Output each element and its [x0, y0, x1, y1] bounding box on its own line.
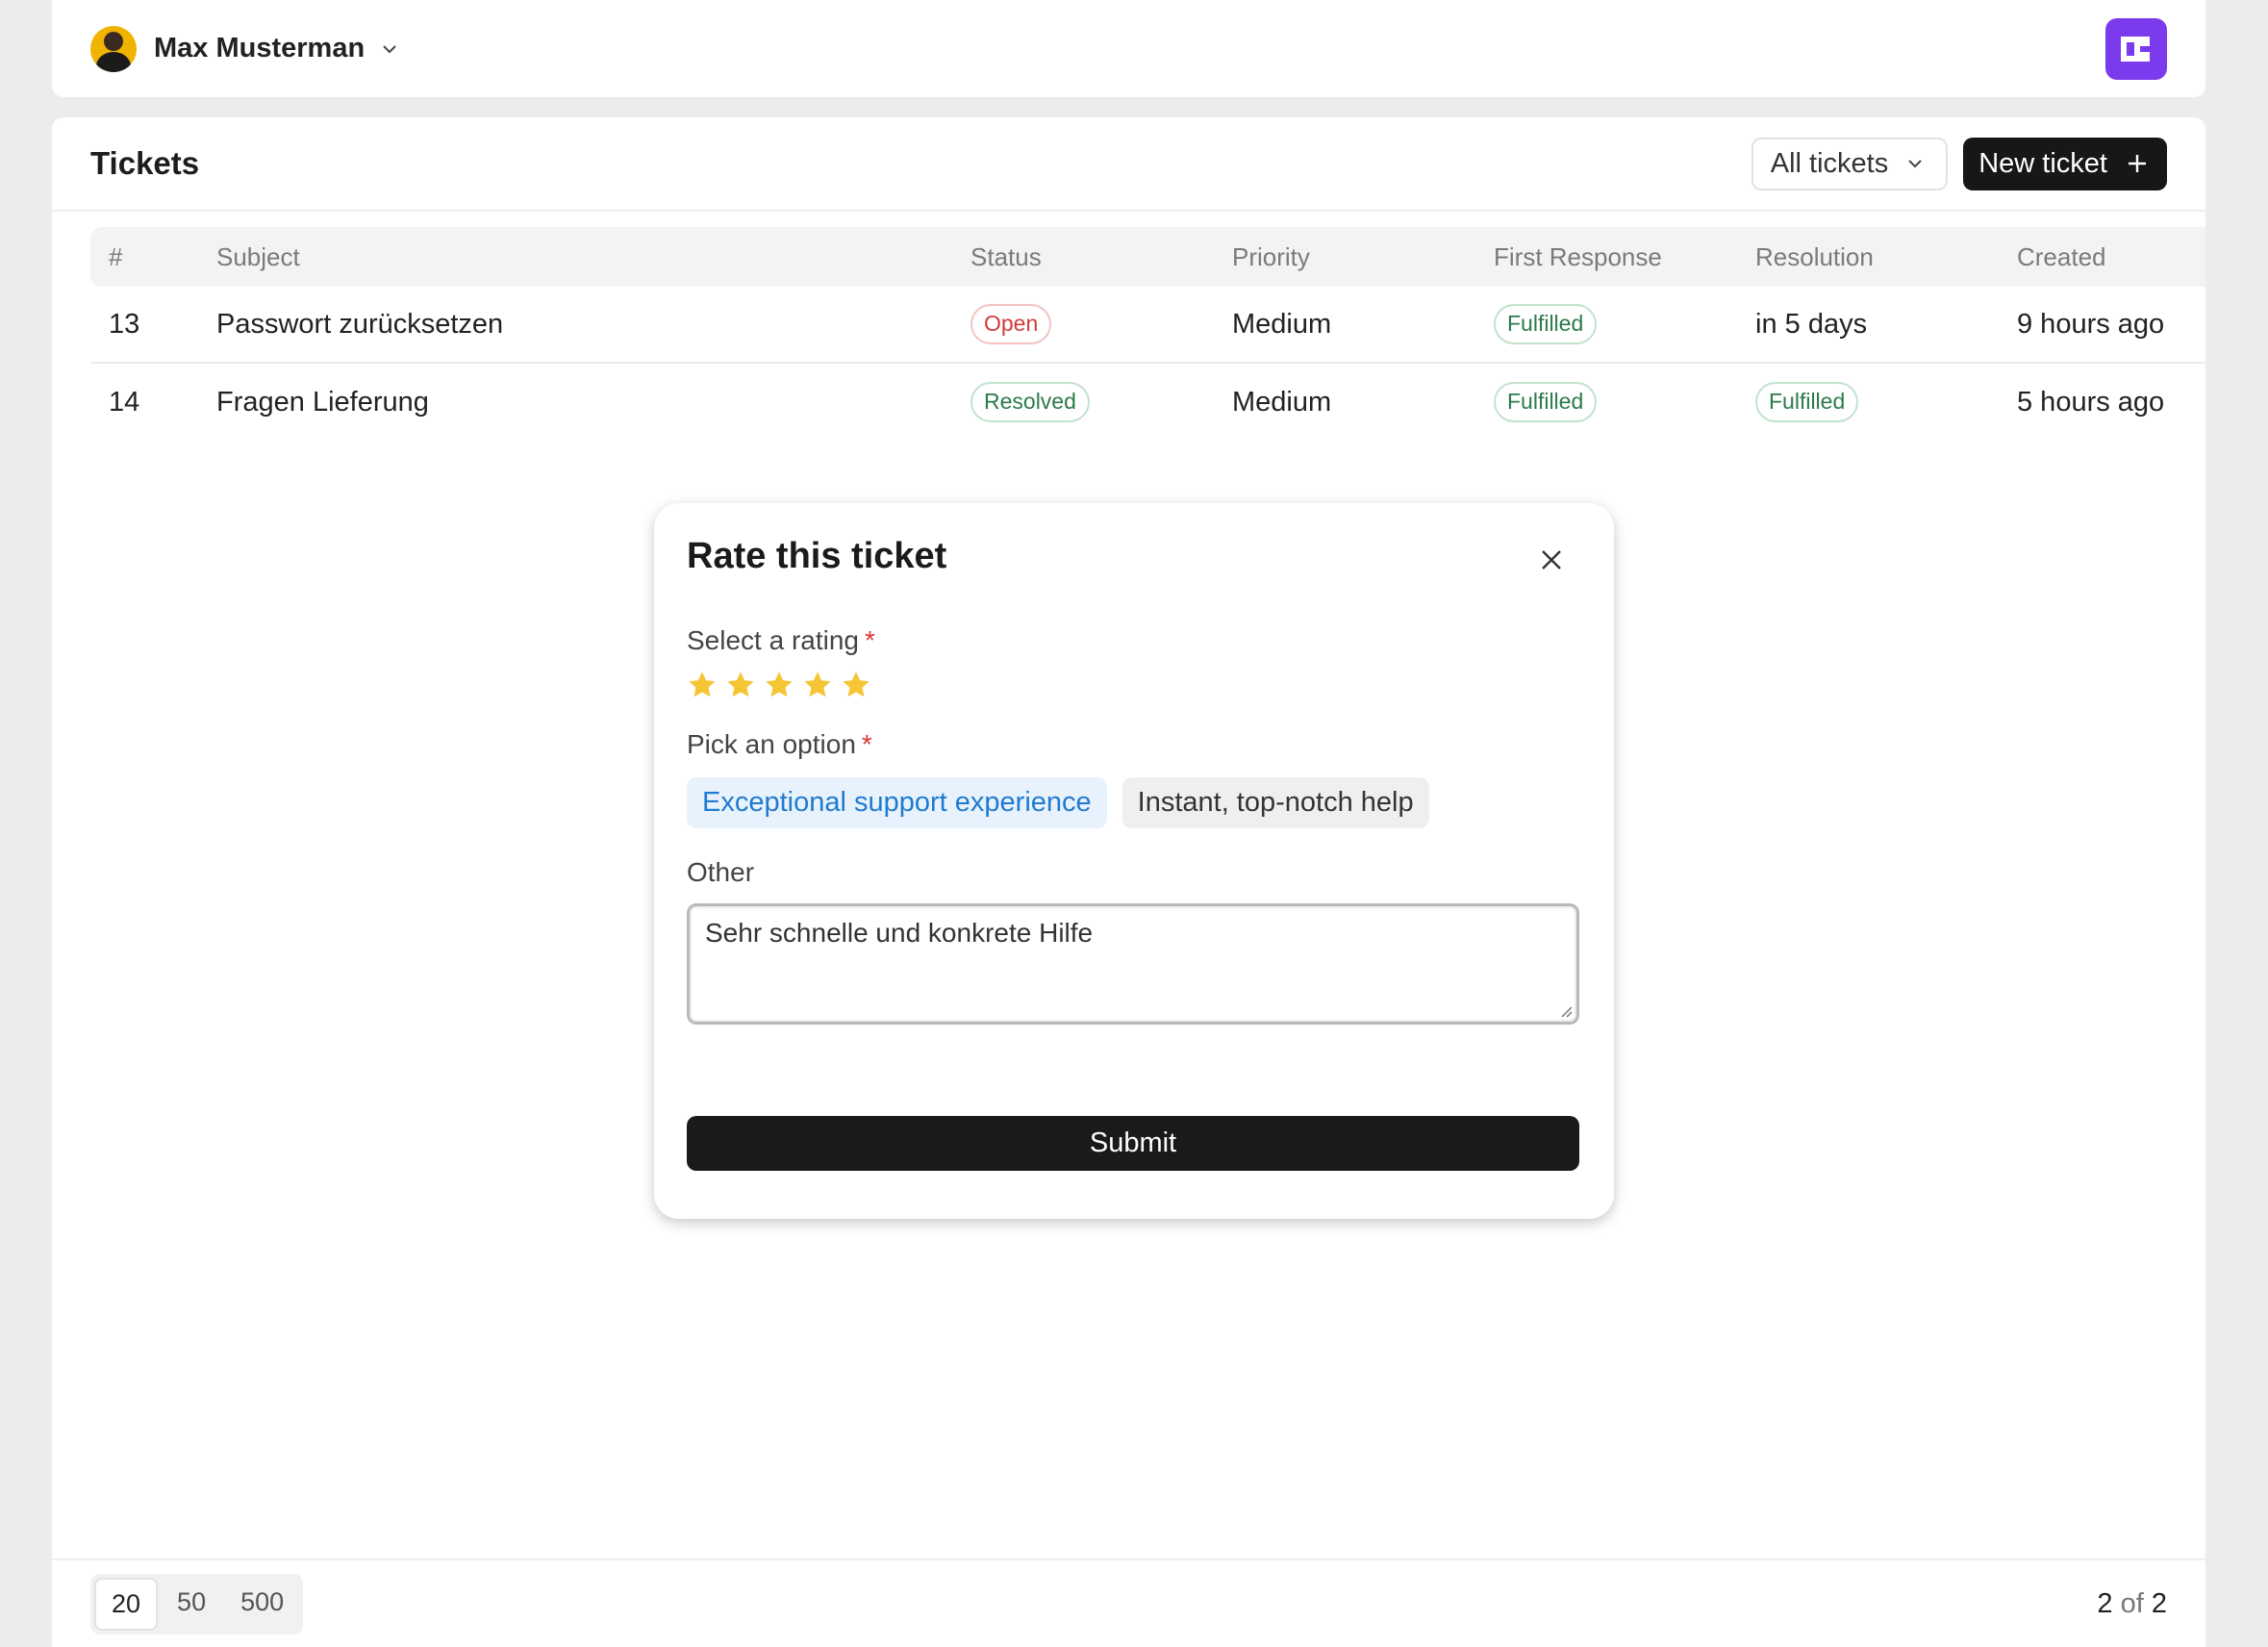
chevron-down-icon[interactable] — [380, 39, 399, 59]
app-logo-icon[interactable] — [2105, 17, 2167, 80]
ticket-id: 14 — [109, 386, 140, 418]
page-size-option-500[interactable]: 500 — [225, 1578, 299, 1631]
resize-handle-icon[interactable] — [1559, 1004, 1573, 1018]
other-text-value: Sehr schnelle und konkrete Hilfe — [705, 918, 1094, 948]
table-row[interactable]: 14 Fragen Lieferung Resolved Medium Fulf… — [90, 364, 2205, 441]
ticket-subject: Fragen Lieferung — [216, 386, 429, 418]
other-textarea[interactable]: Sehr schnelle und konkrete Hilfe — [687, 903, 1579, 1025]
status-badge: Open — [970, 304, 1052, 344]
table-footer: 20 50 500 2 of 2 — [52, 1558, 2205, 1647]
star-icon[interactable] — [802, 670, 833, 700]
col-header-priority[interactable]: Priority — [1232, 242, 1494, 272]
ticket-created: 9 hours ago — [2017, 308, 2165, 340]
ticket-filter-select[interactable]: All tickets — [1751, 137, 1949, 190]
star-icon[interactable] — [841, 670, 871, 700]
page-size-option-20[interactable]: 20 — [94, 1577, 159, 1631]
top-bar: Max Musterman — [52, 0, 2205, 97]
col-header-status[interactable]: Status — [970, 242, 1232, 272]
star-icon[interactable] — [687, 670, 718, 700]
first-response-badge: Fulfilled — [1494, 382, 1598, 422]
total-pages: 2 — [2151, 1587, 2167, 1619]
ticket-subject: Passwort zurücksetzen — [216, 308, 504, 340]
page-count: 2 of 2 — [2097, 1588, 2167, 1620]
rate-ticket-dialog: Rate this ticket Select a rating * Pick a… — [654, 503, 1614, 1219]
col-header-first-response[interactable]: First Response — [1494, 242, 1755, 272]
option-label: Pick an option * — [687, 729, 872, 759]
user-name[interactable]: Max Musterman — [154, 33, 365, 64]
ticket-priority: Medium — [1232, 386, 1332, 418]
close-icon[interactable] — [1539, 547, 1564, 572]
first-response-badge: Fulfilled — [1494, 304, 1598, 344]
table-header: # Subject Status Priority First Response… — [90, 227, 2205, 287]
star-icon[interactable] — [725, 670, 756, 700]
star-rating — [687, 670, 1581, 700]
col-header-subject[interactable]: Subject — [216, 242, 970, 272]
new-ticket-label: New ticket — [1978, 147, 2107, 179]
dialog-title: Rate this ticket — [687, 536, 947, 576]
chevron-down-icon — [1908, 160, 1922, 168]
ticket-id: 13 — [109, 308, 140, 340]
ticket-resolution: in 5 days — [1755, 308, 1868, 340]
page-size-option-50[interactable]: 50 — [162, 1578, 221, 1631]
page-of-text: of — [2120, 1587, 2144, 1619]
new-ticket-button[interactable]: New ticket — [1963, 137, 2167, 190]
resolution-badge: Fulfilled — [1755, 382, 1859, 422]
avatar[interactable] — [90, 25, 137, 72]
star-icon[interactable] — [764, 670, 794, 700]
ticket-priority: Medium — [1232, 308, 1332, 340]
status-badge: Resolved — [970, 382, 1090, 422]
tickets-table: # Subject Status Priority First Response… — [90, 227, 2205, 441]
current-page: 2 — [2097, 1587, 2113, 1619]
required-mark: * — [861, 729, 872, 759]
col-header-created[interactable]: Created — [2017, 242, 2166, 272]
panel-header: Tickets All tickets New ticket — [52, 117, 2205, 212]
col-header-resolution[interactable]: Resolution — [1755, 242, 2017, 272]
rating-label: Select a rating * — [687, 625, 875, 655]
other-label: Other — [687, 857, 755, 887]
option-chip-instant-help[interactable]: Instant, top-notch help — [1121, 777, 1429, 828]
plus-icon — [2129, 155, 2146, 172]
option-chips: Exceptional support experience Instant, … — [687, 777, 1581, 828]
required-mark: * — [865, 625, 875, 655]
option-chip-exceptional-support[interactable]: Exceptional support experience — [687, 777, 1107, 828]
submit-button[interactable]: Submit — [687, 1116, 1579, 1171]
ticket-created: 5 hours ago — [2017, 386, 2165, 418]
page-title: Tickets — [90, 145, 200, 181]
table-row[interactable]: 13 Passwort zurücksetzen Open Medium Ful… — [90, 287, 2205, 364]
page-size-selector: 20 50 500 — [90, 1573, 304, 1634]
col-header-number[interactable]: # — [90, 242, 216, 272]
filter-label: All tickets — [1770, 147, 1889, 179]
